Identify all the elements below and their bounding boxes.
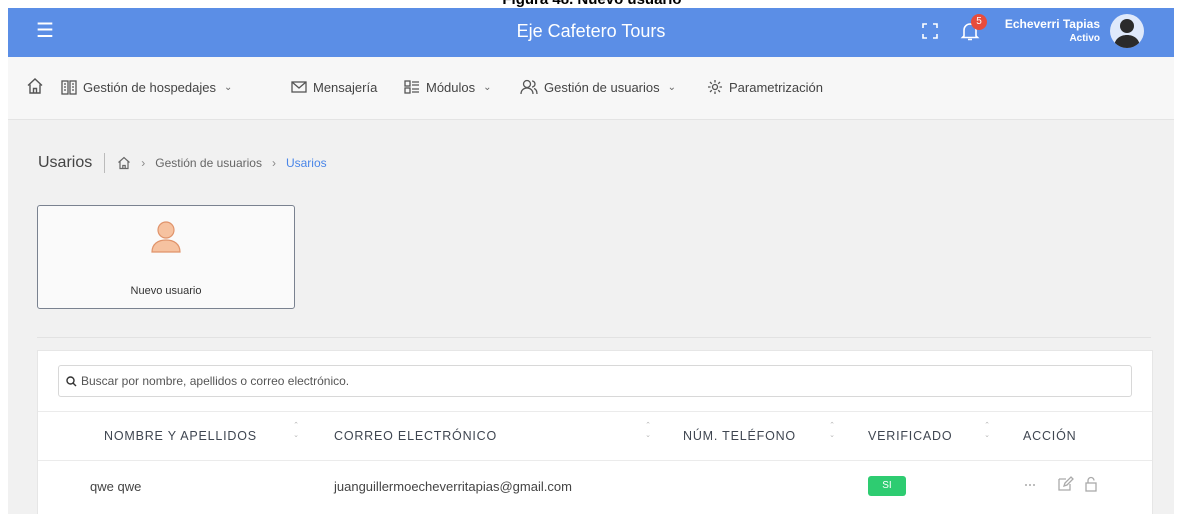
edit-icon[interactable] [1056, 475, 1074, 493]
notification-badge: 5 [971, 14, 987, 30]
breadcrumb-separator: › [271, 156, 276, 170]
chevron-down-icon: ⌄ [223, 81, 233, 93]
user-icon [151, 221, 181, 253]
new-user-card[interactable]: Nuevo usuario [37, 205, 295, 309]
breadcrumb-separator: › [141, 156, 146, 170]
breadcrumb: Usarios › Gestión de usuarios › Usarios [38, 153, 327, 173]
sort-icon[interactable]: ⌃ ⌄ [644, 421, 652, 441]
fullscreen-icon[interactable] [920, 21, 940, 41]
column-header-verificado[interactable]: VERIFICADO [868, 429, 952, 443]
chevron-down-icon: ⌄ [667, 81, 677, 93]
nav-label: Gestión de usuarios [544, 79, 660, 95]
gear-icon [708, 80, 722, 94]
building-icon [61, 80, 77, 95]
nav-label: Mensajería [313, 79, 378, 95]
nav-item-parametrizacion[interactable]: Parametrización [707, 73, 823, 101]
column-header-nombre[interactable]: NOMBRE Y APELLIDOS [104, 429, 257, 443]
table-header: NOMBRE Y APELLIDOS ⌃ ⌄ CORREO ELECTRÓNICO… [38, 411, 1152, 461]
table-row: qwe qwe juanguillermoecheverritapias@gma… [38, 460, 1152, 514]
nav-item-mensajeria[interactable]: Mensajería [291, 73, 377, 101]
users-table-panel: NOMBRE Y APELLIDOS ⌃⌄ CORREO ELECTRÓNICO… [37, 350, 1153, 514]
nav-label: Gestión de hospedajes [83, 79, 216, 95]
column-header-correo[interactable]: CORREO ELECTRÓNICO [334, 429, 497, 443]
section-divider [37, 337, 1151, 338]
nav-item-gestion-usuarios[interactable]: Gestión de usuarios ⌄ [520, 73, 676, 101]
column-header-telefono[interactable]: NÚM. TELÉFONO [683, 429, 796, 443]
verified-badge: SI [868, 476, 906, 496]
figure-caption: Figura 48. Nuevo usuario [0, 0, 1184, 8]
page-title: Usarios [38, 154, 93, 171]
user-avatar-icon [1114, 19, 1140, 48]
breadcrumb-item-usarios: Usarios [285, 156, 327, 170]
top-bar: ☰ Eje Cafetero Tours 5 Echeverri Tapias … [8, 8, 1174, 57]
column-header-accion: ACCIÓN [1023, 429, 1077, 443]
modules-icon [404, 80, 419, 94]
mail-icon [291, 81, 307, 93]
breadcrumb-item-gestion-usuarios[interactable]: Gestión de usuarios [155, 156, 262, 170]
nav-label: Módulos [426, 79, 476, 95]
new-user-label: Nuevo usuario [130, 285, 202, 297]
sort-icon[interactable]: ⌃ ⌄ [828, 421, 836, 441]
search-input[interactable] [77, 374, 1115, 388]
sort-icon[interactable]: ⌃ ⌄ [983, 421, 991, 441]
user-name: Echeverri Tapias [1004, 17, 1100, 31]
more-icon[interactable] [1022, 475, 1040, 493]
main-nav: Gestión de hospedajes ⌄ Mensajería Módul… [8, 57, 1174, 120]
search-icon [66, 375, 77, 386]
nav-item-modulos[interactable]: Módulos ⌄ [404, 73, 492, 101]
avatar[interactable] [1110, 14, 1144, 48]
nav-item-gestion-hospedajes[interactable]: Gestión de hospedajes ⌄ [61, 73, 232, 101]
users-icon [520, 79, 538, 95]
sort-icon[interactable]: ⌃ ⌄ [292, 421, 300, 441]
app-window: ☰ Eje Cafetero Tours 5 Echeverri Tapias … [8, 8, 1174, 514]
cell-email: juanguillermoecheverritapias@gmail.com [334, 479, 572, 494]
user-status: Activo [1069, 33, 1100, 44]
lock-icon[interactable] [1082, 475, 1100, 493]
search-box [58, 365, 1132, 397]
home-icon[interactable] [26, 77, 44, 95]
breadcrumb-divider [104, 153, 106, 173]
nav-label: Parametrización [729, 79, 823, 95]
cell-name: qwe qwe [90, 479, 142, 494]
home-icon[interactable] [117, 156, 131, 170]
chevron-down-icon: ⌄ [483, 81, 492, 93]
